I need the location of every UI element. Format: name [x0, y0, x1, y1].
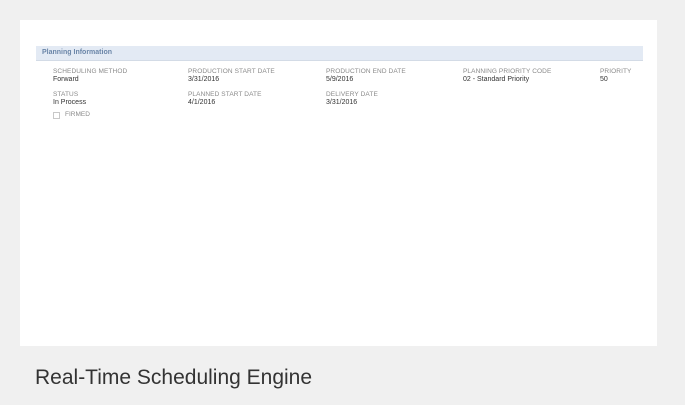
- planning-information-header[interactable]: Planning Information: [36, 46, 643, 61]
- priority-field: PRIORITY 50: [600, 68, 632, 84]
- production-start-date-value: 3/31/2016: [188, 76, 220, 83]
- delivery-date-value: 3/31/2016: [326, 99, 358, 106]
- scheduling-method-value: Forward: [53, 76, 79, 83]
- firmed-checkbox[interactable]: [53, 111, 60, 119]
- planned-start-date-label: PLANNED START DATE: [188, 91, 262, 98]
- planned-start-date-field: PLANNED START DATE 4/1/2016: [188, 91, 262, 107]
- production-end-date-field: PRODUCTION END DATE 5/9/2016: [326, 68, 406, 84]
- production-end-date-label: PRODUCTION END DATE: [326, 68, 406, 75]
- production-end-date-value: 5/9/2016: [326, 76, 354, 83]
- production-start-date-field: PRODUCTION START DATE 3/31/2016: [188, 68, 275, 84]
- status-field: STATUS In Process: [53, 91, 86, 107]
- priority-label: PRIORITY: [600, 68, 632, 75]
- planning-priority-code-field: PLANNING PRIORITY CODE 02 - Standard Pri…: [463, 68, 551, 84]
- delivery-date-field: DELIVERY DATE 3/31/2016: [326, 91, 378, 107]
- planned-start-date-value: 4/1/2016: [188, 99, 216, 106]
- caption: Real-Time Scheduling Engine: [35, 366, 313, 389]
- delivery-date-label: DELIVERY DATE: [326, 91, 378, 98]
- planning-priority-code-value: 02 - Standard Priority: [463, 76, 530, 83]
- priority-value: 50: [600, 76, 608, 83]
- status-value: In Process: [53, 99, 87, 106]
- firmed-label: FIRMED: [65, 111, 90, 118]
- firmed-checkbox-row[interactable]: FIRMED: [53, 111, 90, 119]
- status-label: STATUS: [53, 91, 79, 98]
- scheduling-method-label: SCHEDULING METHOD: [53, 68, 128, 75]
- section-title: Planning Information: [42, 49, 112, 56]
- screenshot-frame: Planning Information SCHEDULING METHOD F…: [20, 20, 657, 346]
- scheduling-method-field: SCHEDULING METHOD Forward: [53, 68, 127, 84]
- production-start-date-label: PRODUCTION START DATE: [188, 68, 275, 75]
- planning-priority-code-label: PLANNING PRIORITY CODE: [463, 68, 552, 75]
